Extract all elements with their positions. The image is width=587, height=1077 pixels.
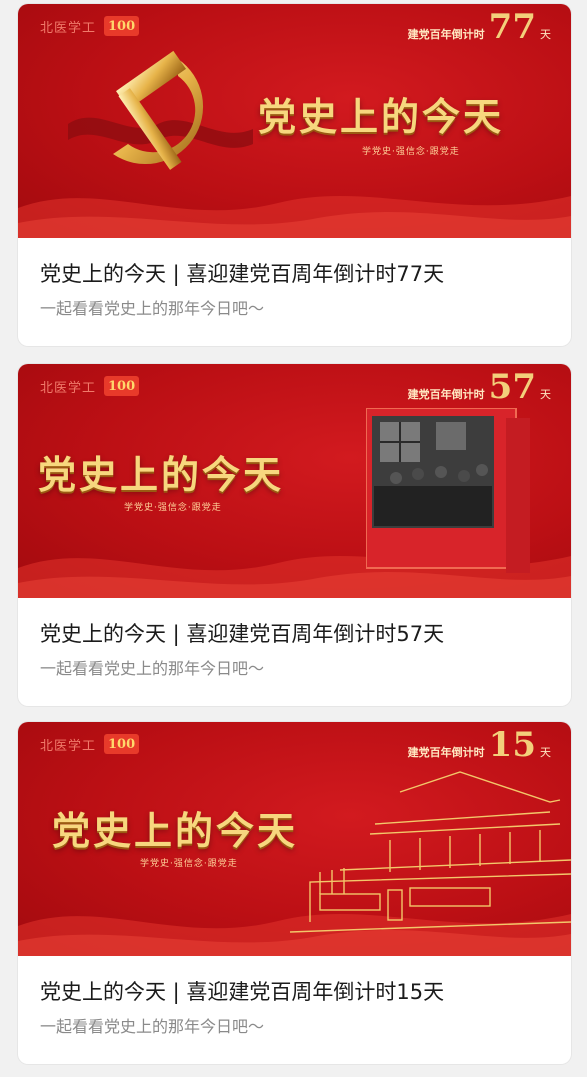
article-meta: 党史上的今天 | 喜迎建党百周年倒计时77天 一起看看党史上的那年今日吧～ [18, 238, 571, 320]
countdown-badge: 建党百年倒计时 77 天 [408, 10, 551, 44]
centenary-number: 100 [108, 736, 136, 752]
brand-logo: 北医学工 100 [40, 16, 140, 36]
article-subtitle: 一起看看党史上的那年今日吧～ [40, 659, 265, 678]
countdown-unit: 天 [540, 28, 551, 41]
banner-title: 党史上的今天 [38, 452, 285, 497]
countdown-unit: 天 [540, 746, 551, 759]
brand-logo: 北医学工 100 [40, 376, 140, 396]
countdown-number: 57 [488, 367, 536, 407]
banner-title: 党史上的今天 [52, 808, 299, 853]
historical-photo [366, 408, 530, 573]
countdown-unit: 天 [540, 388, 551, 401]
brand-text: 北医学工 [40, 380, 97, 396]
brand-logo: 北医学工 100 [40, 734, 140, 754]
banner-slogan: 学党史·强信念·跟党走 [140, 859, 238, 869]
centenary-badge: 100 [104, 376, 140, 396]
article-cover-banner[interactable]: 北医学工 100 建党百年倒计时 77 天 党史上的今天 学党史·强信念·跟党走 [18, 4, 571, 238]
article-title[interactable]: 党史上的今天 | 喜迎建党百周年倒计时77天 [40, 260, 549, 288]
countdown-label: 建党百年倒计时 [407, 28, 485, 41]
countdown-number: 77 [488, 7, 536, 47]
centenary-number: 100 [108, 378, 136, 394]
centenary-badge: 100 [104, 734, 140, 754]
article-card[interactable]: 北医学工 100 建党百年倒计时 77 天 党史上的今天 学党史·强信念·跟党走… [18, 4, 571, 346]
centenary-badge: 100 [104, 16, 140, 36]
article-subtitle: 一起看看党史上的那年今日吧～ [40, 299, 265, 318]
brand-text: 北医学工 [40, 738, 97, 754]
article-card[interactable]: 北医学工 100 建党百年倒计时 57 天 党史上的今天 学党史·强信念·跟党走 [18, 364, 571, 706]
article-cover-banner[interactable]: 北医学工 100 建党百年倒计时 57 天 党史上的今天 学党史·强信念·跟党走 [18, 364, 571, 598]
banner-title: 党史上的今天 [258, 94, 505, 139]
article-card[interactable]: 北医学工 100 建党百年倒计时 15 天 党史上的今天 学党史·强信念·跟党走 [18, 722, 571, 1064]
hammer-sickle-icon [68, 50, 253, 170]
banner-slogan: 学党史·强信念·跟党走 [362, 147, 460, 157]
countdown-label: 建党百年倒计时 [407, 388, 485, 401]
article-cover-banner[interactable]: 北医学工 100 建党百年倒计时 15 天 党史上的今天 学党史·强信念·跟党走 [18, 722, 571, 956]
banner-slogan: 学党史·强信念·跟党走 [124, 503, 222, 513]
article-title[interactable]: 党史上的今天 | 喜迎建党百周年倒计时57天 [40, 620, 549, 648]
centenary-number: 100 [108, 18, 136, 34]
article-subtitle: 一起看看党史上的那年今日吧～ [40, 1017, 265, 1036]
tiananmen-line-art [289, 771, 571, 933]
brand-text: 北医学工 [40, 20, 97, 36]
article-title[interactable]: 党史上的今天 | 喜迎建党百周年倒计时15天 [40, 978, 549, 1006]
countdown-badge: 建党百年倒计时 15 天 [408, 728, 551, 762]
countdown-label: 建党百年倒计时 [407, 746, 485, 759]
countdown-badge: 建党百年倒计时 57 天 [408, 370, 551, 404]
countdown-number: 15 [488, 725, 536, 765]
article-meta: 党史上的今天 | 喜迎建党百周年倒计时15天 一起看看党史上的那年今日吧～ [18, 956, 571, 1038]
article-feed: 北医学工 100 建党百年倒计时 77 天 党史上的今天 学党史·强信念·跟党走… [0, 0, 587, 1077]
article-meta: 党史上的今天 | 喜迎建党百周年倒计时57天 一起看看党史上的那年今日吧～ [18, 598, 571, 680]
